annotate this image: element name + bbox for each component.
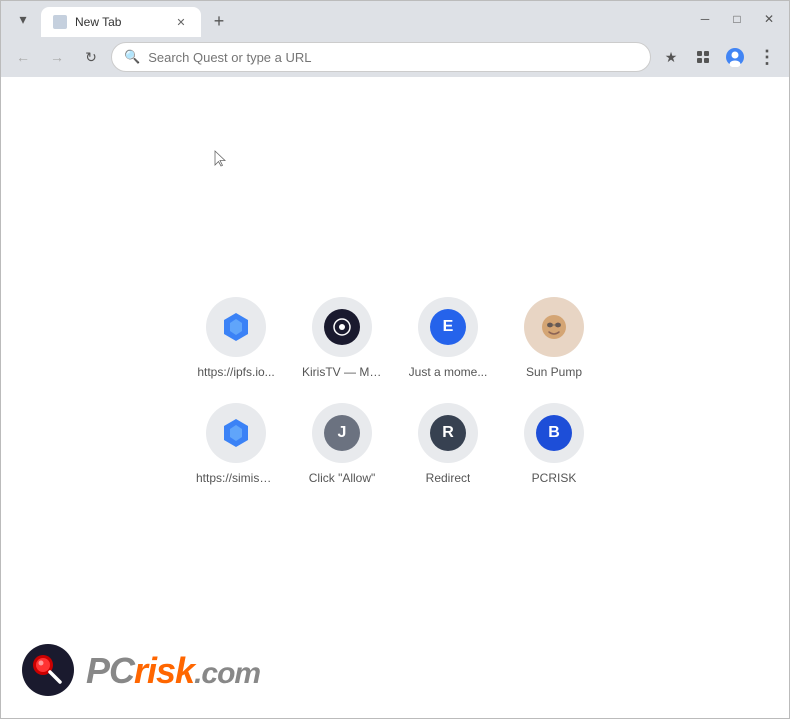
com-text: .com	[194, 657, 260, 690]
new-tab-button[interactable]: +	[205, 7, 233, 35]
pcrisk-text: PCrisk.com	[86, 653, 260, 689]
tab-list-button[interactable]: ▾	[9, 5, 37, 33]
speed-dial-item-sunpump[interactable]: Sun Pump	[509, 297, 599, 379]
speed-dial-item-justamome[interactable]: E Just a mome...	[403, 297, 493, 379]
speed-dial-item-simise[interactable]: https://simise...	[191, 403, 281, 485]
address-bar[interactable]: 🔍	[111, 42, 651, 72]
speed-dial-label-redirect: Redirect	[426, 471, 471, 485]
speed-dial-label-sunpump: Sun Pump	[526, 365, 582, 379]
browser-content: https://ipfs.io... KirisTV — Mo...	[1, 77, 789, 718]
tab-close-button[interactable]: ✕	[173, 14, 189, 30]
speed-dial-icon-ipfs	[206, 297, 266, 357]
speed-dial-icon-justamome: E	[418, 297, 478, 357]
tab-bar: New Tab ✕ +	[41, 1, 689, 37]
profile-button[interactable]	[721, 43, 749, 71]
speed-dial-item-redirect[interactable]: R Redirect	[403, 403, 493, 485]
minimize-button[interactable]: ─	[693, 7, 717, 31]
pcrisk-logo-icon	[21, 643, 76, 698]
back-button[interactable]: ←	[9, 43, 37, 71]
speed-dial-item-ipfs[interactable]: https://ipfs.io...	[191, 297, 281, 379]
speed-dial-label-clickallow: Click "Allow"	[309, 471, 376, 485]
new-tab-page: https://ipfs.io... KirisTV — Mo...	[1, 77, 789, 718]
window-controls: ─ □ ✕	[693, 7, 781, 31]
speed-dial-label-kiristv: KirisTV — Mo...	[302, 365, 382, 379]
search-icon: 🔍	[124, 49, 140, 65]
speed-dial-label-pcrisk: PCRISK	[532, 471, 577, 485]
maximize-button[interactable]: □	[725, 7, 749, 31]
justamome-icon-inner: E	[430, 309, 466, 345]
tab-title: New Tab	[75, 15, 165, 29]
speed-dial-item-clickallow[interactable]: J Click "Allow"	[297, 403, 387, 485]
extensions-button[interactable]	[689, 43, 717, 71]
speed-dial-icon-simise	[206, 403, 266, 463]
title-bar: ▾ New Tab ✕ + ─ □ ✕	[1, 1, 789, 37]
speed-dial-label-simise: https://simise...	[196, 471, 276, 485]
toolbar-actions: ★ ⋮	[657, 43, 781, 71]
speed-dial-icon-pcrisk: B	[524, 403, 584, 463]
risk-text: risk	[134, 650, 194, 691]
speed-dial-icon-redirect: R	[418, 403, 478, 463]
pcrisk-watermark: PCrisk.com	[21, 643, 260, 698]
speed-dial-icon-kiristv	[312, 297, 372, 357]
pcrisk-icon-inner: B	[536, 415, 572, 451]
speed-dial-icon-sunpump	[524, 297, 584, 357]
menu-button[interactable]: ⋮	[753, 43, 781, 71]
tab-strip-left: ▾	[9, 5, 37, 33]
browser-window: ▾ New Tab ✕ + ─ □ ✕ ← → ↻ 🔍 ★	[0, 0, 790, 719]
bookmark-button[interactable]: ★	[657, 43, 685, 71]
redirect-icon-inner: R	[430, 415, 466, 451]
tab-favicon	[53, 15, 67, 29]
pc-text: PC	[86, 650, 134, 691]
refresh-button[interactable]: ↻	[77, 43, 105, 71]
kiristv-icon-inner	[324, 309, 360, 345]
address-input[interactable]	[148, 50, 638, 65]
speed-dial-item-pcrisk[interactable]: B PCRISK	[509, 403, 599, 485]
speed-dial-icon-clickallow: J	[312, 403, 372, 463]
close-button[interactable]: ✕	[757, 7, 781, 31]
speed-dial-item-kiristv[interactable]: KirisTV — Mo...	[297, 297, 387, 379]
speed-dial-label-ipfs: https://ipfs.io...	[197, 365, 274, 379]
toolbar: ← → ↻ 🔍 ★	[1, 37, 789, 77]
clickallow-icon-inner: J	[324, 415, 360, 451]
forward-button[interactable]: →	[43, 43, 71, 71]
speed-dial-grid: https://ipfs.io... KirisTV — Mo...	[191, 297, 599, 485]
active-tab[interactable]: New Tab ✕	[41, 7, 201, 37]
speed-dial-label-justamome: Just a mome...	[409, 365, 488, 379]
